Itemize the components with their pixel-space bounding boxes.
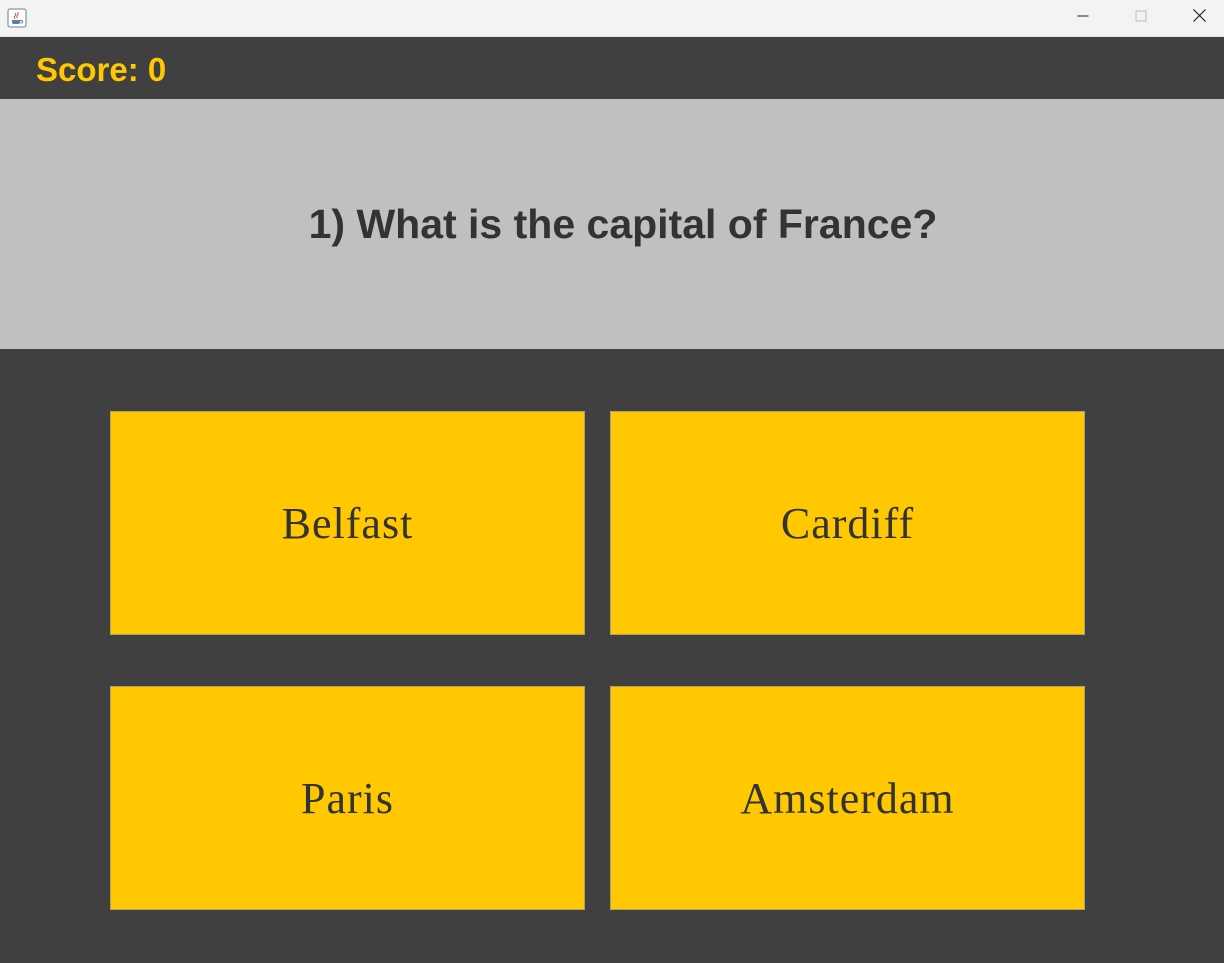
minimize-icon bbox=[1077, 9, 1089, 27]
title-bar[interactable] bbox=[0, 0, 1224, 37]
close-button[interactable] bbox=[1170, 0, 1224, 36]
answer-label: Belfast bbox=[281, 498, 414, 548]
answer-button-paris[interactable]: Paris bbox=[110, 686, 585, 910]
answer-label: Paris bbox=[301, 773, 394, 823]
maximize-icon bbox=[1135, 9, 1147, 27]
java-coffee-icon[interactable] bbox=[7, 8, 27, 28]
score-label: Score: 0 bbox=[36, 51, 167, 88]
question-panel: 1) What is the capital of France? bbox=[0, 99, 1224, 349]
answer-button-cardiff[interactable]: Cardiff bbox=[610, 411, 1085, 635]
answer-label: Amsterdam bbox=[740, 773, 955, 823]
close-icon bbox=[1192, 9, 1206, 27]
question-text: 1) What is the capital of France? bbox=[308, 200, 938, 247]
score-bar: Score: 0 bbox=[0, 37, 1224, 99]
answer-button-belfast[interactable]: Belfast bbox=[110, 411, 585, 635]
answer-button-amsterdam[interactable]: Amsterdam bbox=[610, 686, 1085, 910]
minimize-button[interactable] bbox=[1054, 0, 1112, 36]
maximize-button[interactable] bbox=[1112, 0, 1170, 36]
quiz-window: Score: 0 1) What is the capital of Franc… bbox=[0, 0, 1224, 963]
answer-label: Cardiff bbox=[780, 498, 915, 548]
